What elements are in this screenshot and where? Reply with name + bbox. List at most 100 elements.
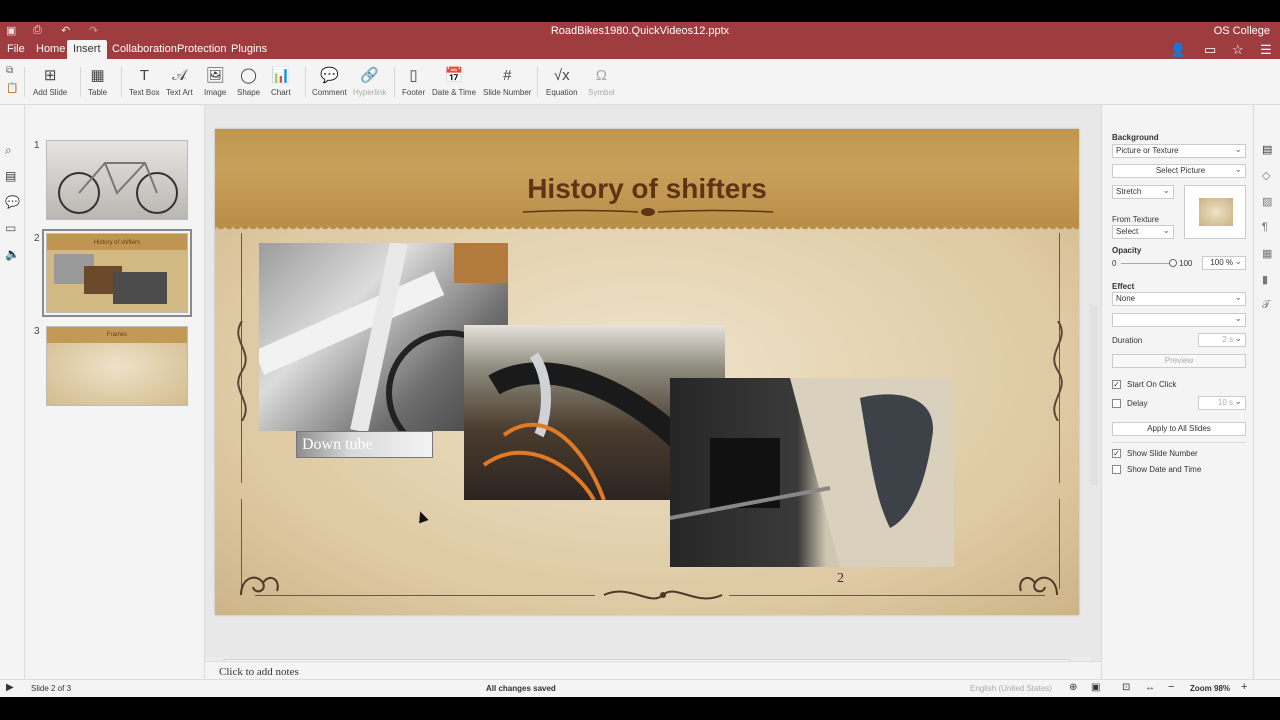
fit-slide-icon[interactable]: ⊡ <box>1122 682 1130 693</box>
date-time-label: Date & Time <box>432 88 477 97</box>
link-icon: 🔗 <box>360 67 380 84</box>
effect-select[interactable]: None <box>1112 291 1246 306</box>
start-on-click-checkbox[interactable]: ✓ <box>1112 380 1121 389</box>
derailleur-photo-icon <box>670 378 954 567</box>
select-picture-button[interactable]: Select Picture <box>1112 163 1246 178</box>
slide-number-button[interactable]: # Slide Number <box>483 67 531 97</box>
paste-icon[interactable]: 📋 <box>6 83 18 94</box>
audio-icon[interactable]: 🔈 <box>5 247 20 261</box>
image-settings-icon[interactable]: ▨ <box>1262 195 1272 208</box>
thumbnail-title: Frames <box>106 332 128 338</box>
photo-integrated-shifter[interactable] <box>670 378 954 567</box>
date-time-icon: 📅 <box>444 67 464 84</box>
date-time-button[interactable]: 📅 Date & Time <box>432 67 476 97</box>
copy-icon[interactable]: ⧉ <box>6 65 13 76</box>
menu-insert[interactable]: Insert <box>67 40 107 59</box>
slide-settings-icon[interactable]: ▤ <box>1262 143 1272 156</box>
text-box-label: Text Box <box>129 88 160 97</box>
zoom-in-icon[interactable]: + <box>1241 681 1247 693</box>
globe-icon[interactable]: ⊕ <box>1069 682 1077 693</box>
footer-button[interactable]: ▯ Footer <box>402 67 425 97</box>
thumbnail-number: 2 <box>34 233 40 244</box>
open-folder-icon[interactable]: ▭ <box>1204 42 1216 58</box>
slide-title[interactable]: History of shifters <box>215 173 1079 205</box>
chart-label: Chart <box>271 88 291 97</box>
left-scroll-ornament-icon <box>237 321 247 421</box>
slide-number-icon: # <box>503 67 512 84</box>
search-icon[interactable]: ⌕ <box>5 143 12 158</box>
hamburger-menu-icon[interactable]: ☰ <box>1260 42 1272 58</box>
hyperlink-button[interactable]: 🔗 Hyperlink <box>353 67 386 97</box>
delay-checkbox[interactable] <box>1112 399 1121 408</box>
banner-scallop <box>215 225 1079 233</box>
table-settings-icon[interactable]: ▦ <box>1262 247 1272 260</box>
text-art-settings-icon[interactable]: 𝒯 <box>1262 299 1270 312</box>
stretch-select[interactable]: Stretch <box>1112 184 1174 199</box>
apply-to-all-slides-button[interactable]: Apply to All Slides <box>1112 422 1246 436</box>
zoom-level: Zoom 98% <box>1190 684 1231 693</box>
bottom-left-flourish-icon <box>240 576 279 596</box>
show-date-time-checkbox[interactable] <box>1112 465 1121 474</box>
shape-button[interactable]: ◯ Shape <box>237 67 260 97</box>
opacity-slider-thumb[interactable] <box>1169 259 1177 267</box>
show-slide-number-checkbox[interactable]: ✓ <box>1112 449 1121 458</box>
hyperlink-label: Hyperlink <box>353 88 387 97</box>
notes-area[interactable]: Click to add notes <box>205 661 1101 679</box>
menu-plugins[interactable]: Plugins <box>225 40 273 59</box>
add-slide-button[interactable]: ⊞ Add Slide <box>33 67 67 97</box>
right-tool-rail: ▤ ◇ ▨ ¶ ▦ ▮ 𝒯 <box>1253 105 1280 679</box>
table-button[interactable]: ▦ Table <box>88 67 107 97</box>
thumbnail-title: History of shifters <box>93 240 141 246</box>
toolbar-separator <box>24 67 25 97</box>
symbol-icon: Ω <box>595 67 607 84</box>
texture-select[interactable]: Select <box>1112 224 1174 239</box>
fit-width-icon[interactable]: ↔ <box>1145 682 1155 693</box>
bottom-center-flourish-icon <box>603 590 723 600</box>
spellcheck-icon[interactable]: ▣ <box>1091 682 1100 693</box>
slide-thumbnail-3[interactable]: Frames <box>46 326 188 406</box>
slide-thumbnail-2[interactable]: History of shifters <box>42 229 192 317</box>
language-selector[interactable]: English (United States) <box>970 684 1052 693</box>
comment-label: Comment <box>312 88 347 97</box>
toolbar-separator <box>121 67 122 97</box>
opacity-input[interactable]: 100 % <box>1202 255 1246 270</box>
slides-panel-icon[interactable]: ▤ <box>5 169 16 183</box>
slideshow-play-icon[interactable]: ▶ <box>6 682 14 693</box>
chart-button[interactable]: 📊 Chart <box>271 67 291 97</box>
shape-settings-icon[interactable]: ◇ <box>1262 169 1270 182</box>
show-slide-number-label: Show Slide Number <box>1127 449 1198 458</box>
text-art-button[interactable]: 𝒜 Text Art <box>166 67 193 97</box>
opacity-slider-track[interactable] <box>1121 263 1173 264</box>
slide-canvas[interactable]: History of shifters Down tube 2 <box>215 129 1079 615</box>
text-box-icon: T <box>139 67 149 84</box>
bicycle-photo-icon <box>58 162 178 214</box>
chat-icon[interactable]: ▭ <box>5 221 16 235</box>
vertical-scrollbar[interactable] <box>1090 305 1098 485</box>
comments-icon[interactable]: 💬 <box>5 195 20 209</box>
footer-label: Footer <box>402 88 426 97</box>
status-bar: ▶ Slide 2 of 3 All changes saved English… <box>0 679 1280 697</box>
text-box-button[interactable]: T Text Box <box>129 67 160 97</box>
caption-down-tube[interactable]: Down tube <box>296 431 433 458</box>
favorite-star-icon[interactable]: ☆ <box>1232 42 1244 58</box>
duration-input[interactable]: 2 s <box>1198 332 1246 347</box>
background-type-select[interactable]: Picture or Texture <box>1112 143 1246 158</box>
preview-button[interactable]: Preview <box>1112 354 1246 368</box>
save-status: All changes saved <box>486 684 556 693</box>
share-user-icon[interactable]: 👤 <box>1170 42 1186 58</box>
thumbnail-number: 3 <box>34 326 40 337</box>
background-heading: Background <box>1112 133 1159 142</box>
paragraph-settings-icon[interactable]: ¶ <box>1262 221 1268 233</box>
image-button[interactable]: 🖼 Image <box>204 67 226 97</box>
zoom-out-icon[interactable]: − <box>1168 681 1174 693</box>
from-texture-label: From Texture <box>1112 215 1159 224</box>
menu-home[interactable]: Home <box>30 40 71 59</box>
chart-settings-icon[interactable]: ▮ <box>1262 273 1268 286</box>
equation-button[interactable]: √x Equation <box>546 67 578 97</box>
slide-thumbnail-1[interactable] <box>46 140 188 220</box>
comment-button[interactable]: 💬 Comment <box>312 67 347 97</box>
symbol-button[interactable]: Ω Symbol <box>588 67 615 97</box>
delay-input[interactable]: 10 s <box>1198 395 1246 410</box>
menu-protection[interactable]: Protection <box>171 40 233 59</box>
menu-file[interactable]: File <box>1 40 31 59</box>
